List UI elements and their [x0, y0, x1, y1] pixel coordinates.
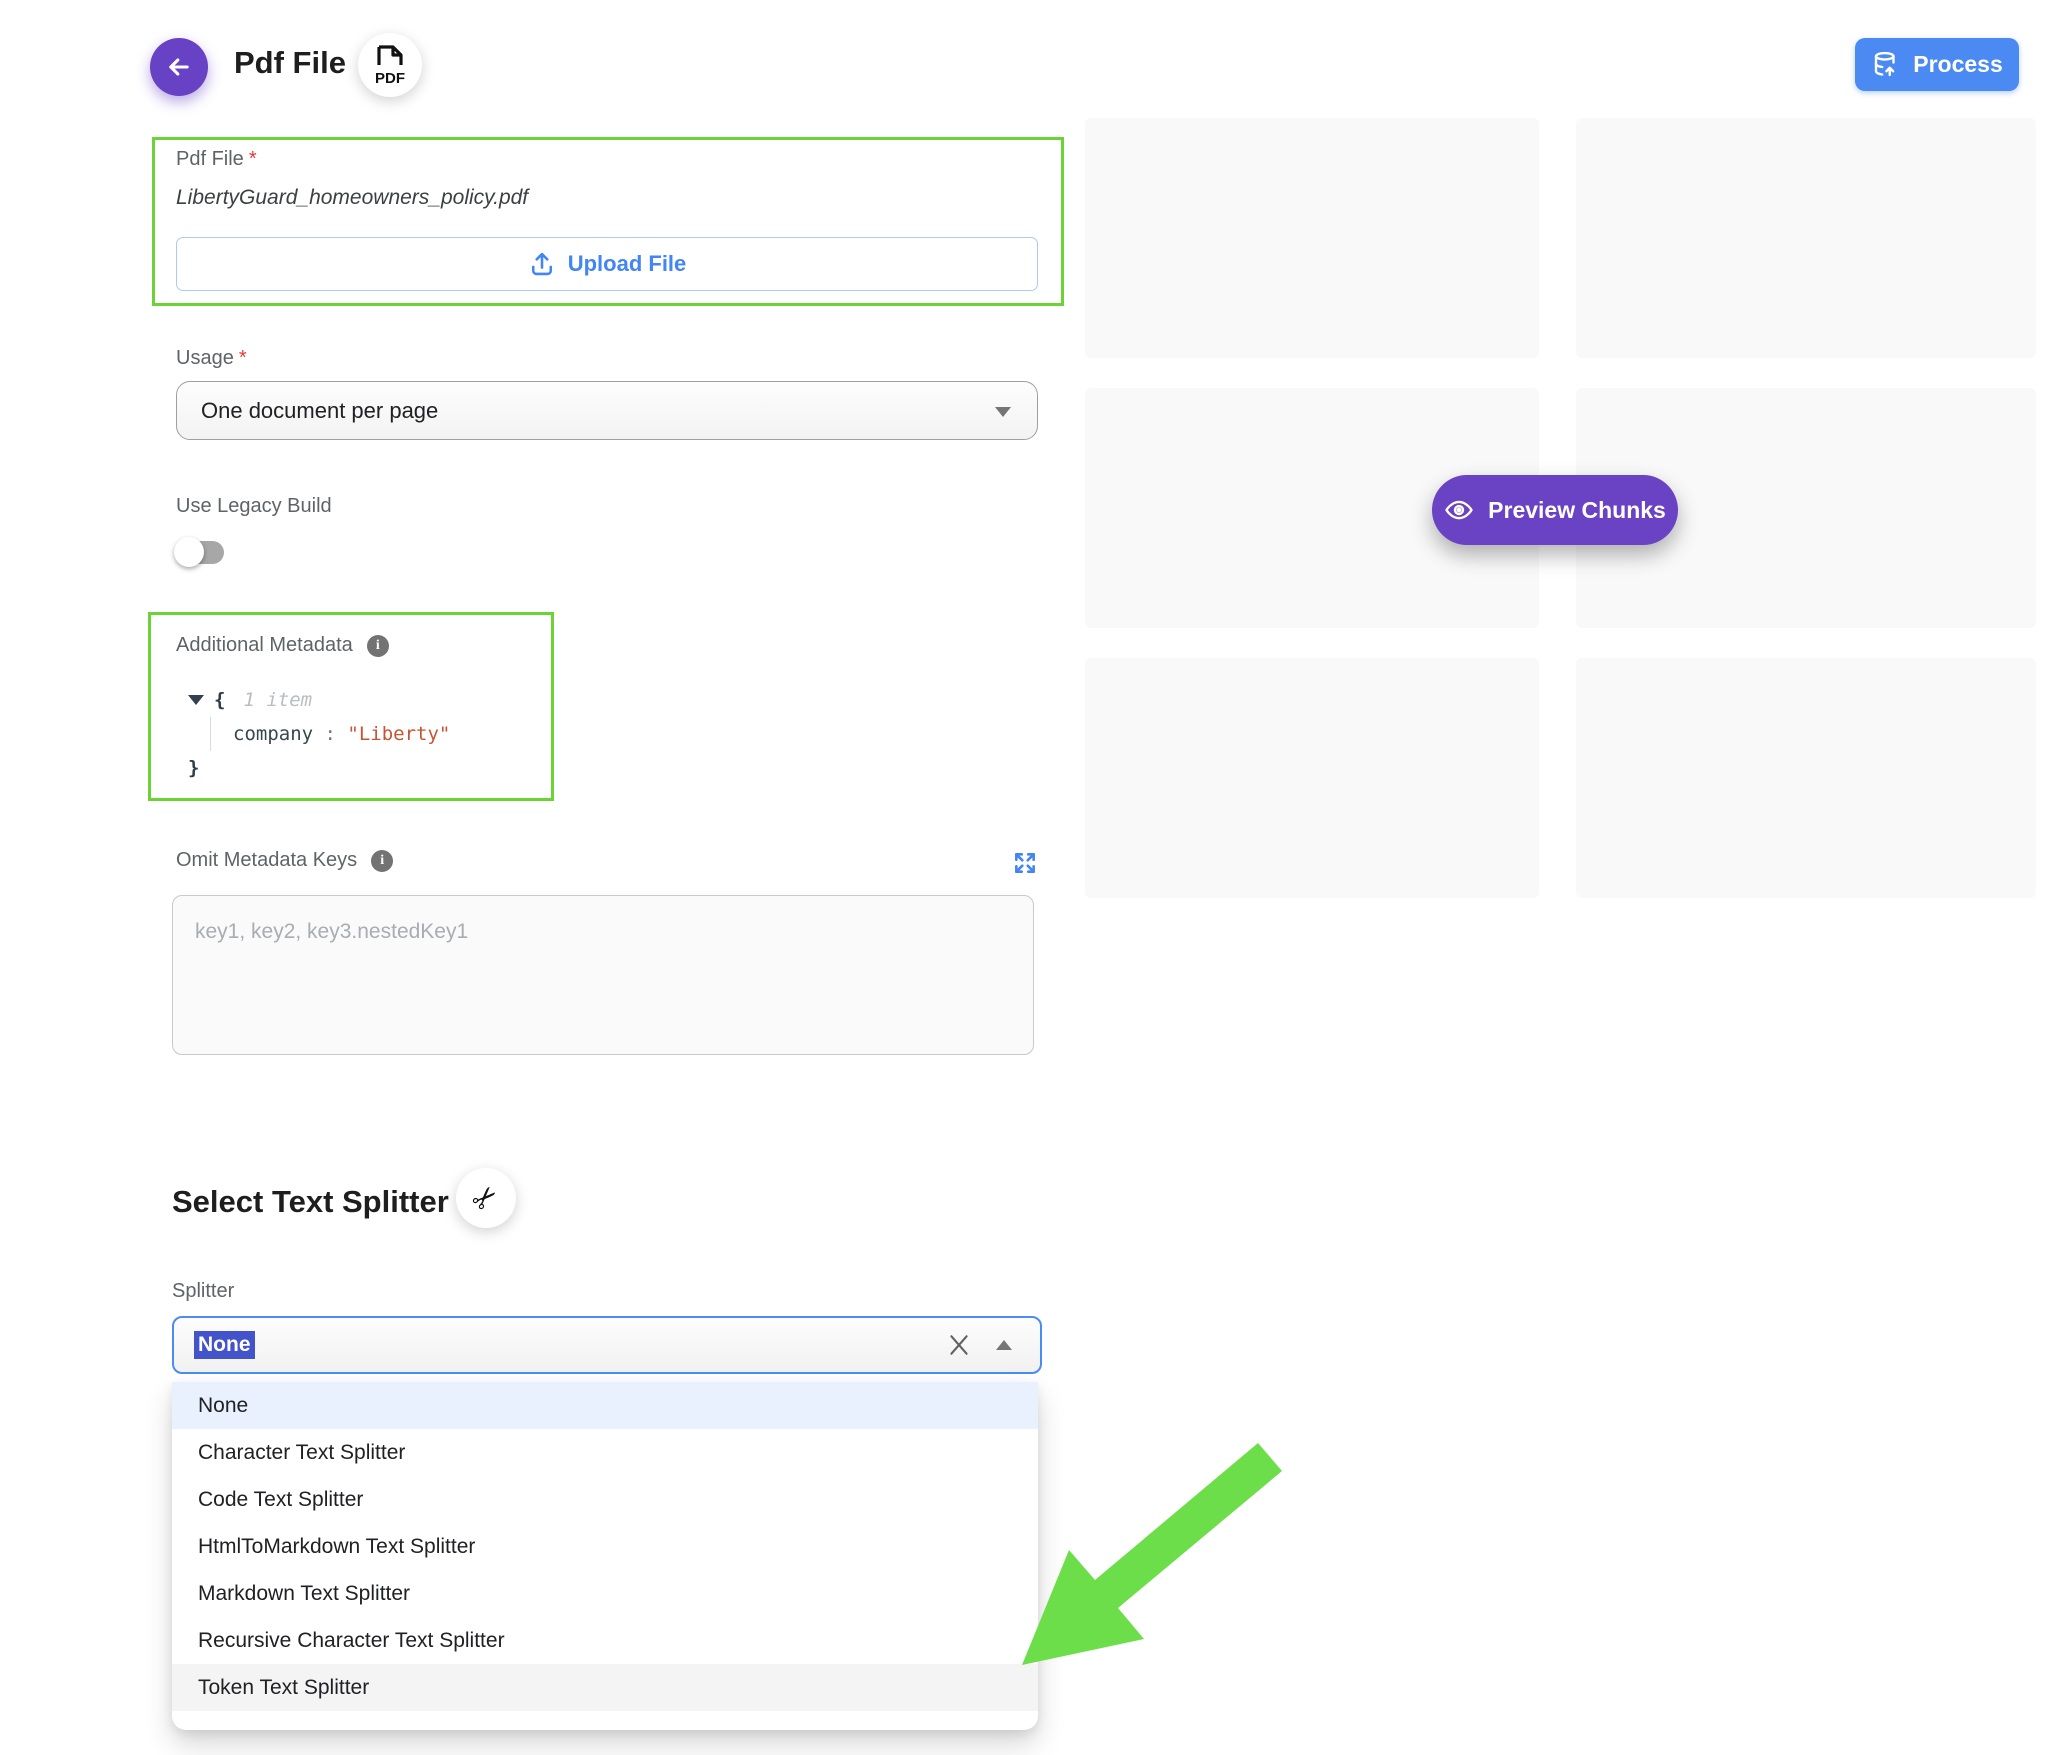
- page-title: Pdf File: [234, 45, 346, 81]
- splitter-option-recursive[interactable]: Recursive Character Text Splitter: [172, 1617, 1038, 1664]
- pdf-loader-page: Pdf File PDF Process Pdf File* LibertyGu…: [0, 0, 2066, 1755]
- json-key: company: [233, 723, 313, 745]
- splitter-option-htmltomarkdown[interactable]: HtmlToMarkdown Text Splitter: [172, 1523, 1038, 1570]
- collapse-triangle-icon[interactable]: [188, 695, 204, 705]
- clear-icon[interactable]: [946, 1332, 972, 1358]
- chevron-down-icon: [995, 407, 1011, 417]
- splitter-label: Splitter: [172, 1280, 234, 1303]
- chevron-up-icon[interactable]: [996, 1340, 1012, 1350]
- arrow-left-icon: [165, 53, 193, 81]
- splitter-dropdown: None Character Text Splitter Code Text S…: [172, 1382, 1038, 1730]
- json-open-brace: {: [214, 683, 225, 717]
- pdf-file-label: Pdf File*: [176, 148, 257, 171]
- chunk-placeholder: [1085, 658, 1539, 898]
- preview-chunks-label: Preview Chunks: [1488, 497, 1666, 524]
- omit-metadata-label: Omit Metadata Keys i: [176, 849, 393, 872]
- splitter-option-code[interactable]: Code Text Splitter: [172, 1476, 1038, 1523]
- upload-icon: [528, 250, 556, 278]
- legacy-build-toggle[interactable]: [176, 537, 226, 567]
- process-button[interactable]: Process: [1855, 38, 2019, 91]
- chunk-placeholder: [1576, 658, 2036, 898]
- metadata-json-viewer: { 1 item company : "Liberty" }: [188, 683, 450, 785]
- toggle-knob: [174, 537, 204, 567]
- omit-metadata-input[interactable]: [172, 895, 1034, 1055]
- text-splitter-heading: Select Text Splitter: [172, 1184, 449, 1220]
- info-icon[interactable]: i: [367, 635, 389, 657]
- usage-label: Usage*: [176, 347, 247, 370]
- required-asterisk: *: [249, 148, 257, 170]
- pdf-icon: PDF: [370, 43, 410, 87]
- splitter-option-token[interactable]: Token Text Splitter: [172, 1664, 1038, 1711]
- chunk-placeholder: [1576, 118, 2036, 358]
- splitter-selected-value: None: [194, 1331, 255, 1359]
- splitter-select[interactable]: None: [172, 1316, 1042, 1374]
- annotation-arrow: [1000, 1430, 1300, 1690]
- splitter-option-none[interactable]: None: [172, 1382, 1038, 1429]
- additional-metadata-label: Additional Metadata i: [176, 634, 389, 657]
- back-button[interactable]: [150, 38, 208, 96]
- json-value: "Liberty": [347, 723, 450, 745]
- text-splitter-badge: ✂: [456, 1168, 516, 1228]
- json-colon: :: [325, 723, 348, 745]
- eye-icon: [1444, 495, 1474, 525]
- usage-selected-value: One document per page: [201, 398, 438, 424]
- scissors-icon: ✂: [465, 1177, 508, 1220]
- legacy-build-label: Use Legacy Build: [176, 495, 332, 518]
- uploaded-filename: LibertyGuard_homeowners_policy.pdf: [176, 186, 528, 210]
- info-icon[interactable]: i: [371, 850, 393, 872]
- json-close-brace: }: [188, 757, 199, 779]
- preview-chunks-button[interactable]: Preview Chunks: [1432, 475, 1678, 545]
- database-upload-icon: [1871, 50, 1901, 80]
- chunk-placeholder: [1085, 118, 1539, 358]
- splitter-option-markdown[interactable]: Markdown Text Splitter: [172, 1570, 1038, 1617]
- upload-file-label: Upload File: [568, 251, 687, 277]
- upload-file-button[interactable]: Upload File: [176, 237, 1038, 291]
- required-asterisk: *: [239, 347, 247, 369]
- process-button-label: Process: [1913, 51, 2003, 78]
- pdf-file-badge: PDF: [358, 33, 422, 97]
- splitter-option-character[interactable]: Character Text Splitter: [172, 1429, 1038, 1476]
- expand-icon[interactable]: [1012, 850, 1038, 876]
- json-item-count: 1 item: [243, 683, 312, 717]
- usage-select[interactable]: One document per page: [176, 381, 1038, 440]
- svg-text:PDF: PDF: [375, 70, 405, 87]
